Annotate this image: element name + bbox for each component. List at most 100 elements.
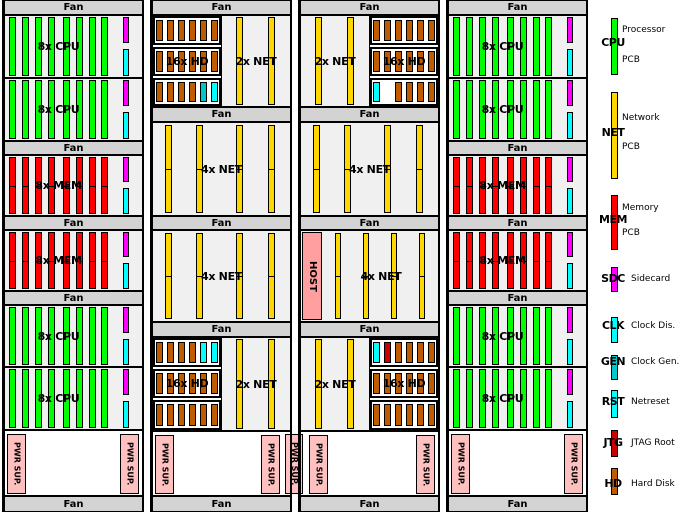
power-supply-unit: PWR SUP. bbox=[416, 435, 435, 494]
cpu-card bbox=[35, 307, 42, 365]
fan-unit: Fan bbox=[301, 217, 438, 229]
network-card bbox=[165, 125, 172, 213]
cpu-card bbox=[63, 17, 70, 76]
network-card bbox=[344, 125, 351, 213]
legend-abbr: HD bbox=[604, 477, 622, 490]
memory-card bbox=[101, 232, 108, 289]
cpu-card bbox=[533, 80, 540, 139]
cpu-card bbox=[520, 80, 527, 139]
hard-disk-tray bbox=[153, 369, 221, 398]
cpu-board: 8x CPU bbox=[449, 79, 586, 140]
card-divider bbox=[197, 276, 202, 277]
network-board-half: 2x NET bbox=[222, 16, 290, 106]
hard-disk bbox=[200, 404, 207, 426]
hard-disk bbox=[417, 82, 424, 102]
hard-disk bbox=[178, 51, 185, 72]
hard-disk bbox=[395, 404, 402, 426]
fan-unit: Fan bbox=[5, 142, 142, 154]
card-divider bbox=[90, 185, 95, 187]
cpu-card bbox=[479, 80, 486, 139]
card-divider bbox=[49, 185, 54, 187]
fan-label: Fan bbox=[63, 217, 84, 229]
card-divider bbox=[269, 276, 274, 277]
legend-description: Processor bbox=[622, 25, 666, 35]
card-divider bbox=[269, 169, 274, 170]
memory-card bbox=[520, 232, 527, 289]
sidecard bbox=[123, 80, 129, 106]
cpu-board: 8x CPU bbox=[5, 306, 142, 366]
hard-disk bbox=[156, 342, 163, 363]
power-supply-label: PWR SUP. bbox=[12, 442, 22, 486]
network-card bbox=[335, 233, 341, 319]
memory-card bbox=[76, 157, 83, 214]
network-board-half: 2x NET bbox=[222, 338, 290, 430]
hard-disk bbox=[189, 82, 196, 102]
hard-disk bbox=[428, 342, 435, 363]
memory-card bbox=[9, 232, 16, 289]
memory-card bbox=[48, 232, 55, 289]
card-divider bbox=[546, 260, 551, 262]
card-divider bbox=[64, 260, 69, 262]
cpu-card bbox=[89, 369, 96, 428]
legend-abbr: CLK bbox=[601, 319, 625, 332]
card-divider bbox=[467, 260, 472, 262]
cpu-card bbox=[545, 369, 552, 428]
network-card bbox=[236, 339, 243, 429]
card-divider bbox=[534, 185, 539, 187]
card-divider bbox=[49, 260, 54, 262]
card-divider bbox=[237, 276, 242, 277]
memory-card bbox=[89, 157, 96, 214]
hard-disk bbox=[156, 20, 163, 41]
card-divider bbox=[314, 169, 319, 170]
cpu-card bbox=[89, 307, 96, 365]
cpu-card bbox=[48, 17, 55, 76]
hard-disk bbox=[211, 373, 218, 394]
fan-label: Fan bbox=[359, 2, 380, 13]
fan-unit: Fan bbox=[153, 108, 290, 121]
rack-diagram: Fan 8x CPU 8x CPU Fan 8x MEM Fan 8x MEM Fan 8x C… bbox=[0, 0, 695, 513]
hard-disk bbox=[189, 373, 196, 394]
memory-card bbox=[466, 232, 473, 289]
cpu-card bbox=[466, 369, 473, 428]
disk-network-board: 16x HD 2x NET bbox=[301, 338, 438, 430]
legend-description: Clock Dis. bbox=[631, 321, 676, 331]
hard-disk bbox=[384, 51, 391, 72]
card-divider bbox=[90, 260, 95, 262]
power-supply-unit: PWR SUP. bbox=[155, 435, 174, 494]
card-divider bbox=[480, 260, 485, 262]
cpu-card bbox=[533, 17, 540, 76]
card-divider bbox=[534, 260, 539, 262]
cpu-board: 8x CPU bbox=[5, 368, 142, 429]
network-card bbox=[347, 17, 354, 105]
rack-3: Fan 16x HD 2x NET Fan 4x NET Fan HOST 4x NET Fan… bbox=[298, 0, 440, 512]
fan-label: Fan bbox=[359, 109, 380, 120]
cpu-board: 8x CPU bbox=[449, 368, 586, 429]
clock-distribution-card bbox=[567, 112, 573, 139]
hard-disk bbox=[200, 20, 207, 41]
hard-disk bbox=[373, 51, 380, 72]
memory-card bbox=[507, 157, 514, 214]
board-label: 2x NET bbox=[314, 54, 356, 68]
cpu-card bbox=[22, 17, 29, 76]
cpu-card bbox=[533, 369, 540, 428]
power-supply-label: PWR SUP. bbox=[125, 442, 135, 486]
hard-disk bbox=[167, 342, 174, 363]
cpu-card bbox=[479, 369, 486, 428]
cpu-card bbox=[76, 369, 83, 428]
cpu-card bbox=[9, 369, 16, 428]
hard-disk-array: 16x HD bbox=[370, 16, 438, 106]
sidecard bbox=[567, 232, 573, 257]
cpu-card bbox=[545, 17, 552, 76]
network-card bbox=[391, 233, 397, 319]
network-card bbox=[236, 233, 243, 319]
fan-unit: Fan bbox=[153, 217, 290, 229]
hard-disk bbox=[406, 20, 413, 41]
cpu-card bbox=[48, 80, 55, 139]
power-supply-unit: PWR SUP. bbox=[7, 434, 26, 494]
fan-unit: Fan bbox=[449, 1, 586, 14]
network-card bbox=[419, 233, 425, 319]
cpu-card bbox=[101, 80, 108, 139]
network-card bbox=[315, 339, 322, 429]
fan-label: Fan bbox=[211, 109, 232, 120]
network-card bbox=[196, 233, 203, 319]
